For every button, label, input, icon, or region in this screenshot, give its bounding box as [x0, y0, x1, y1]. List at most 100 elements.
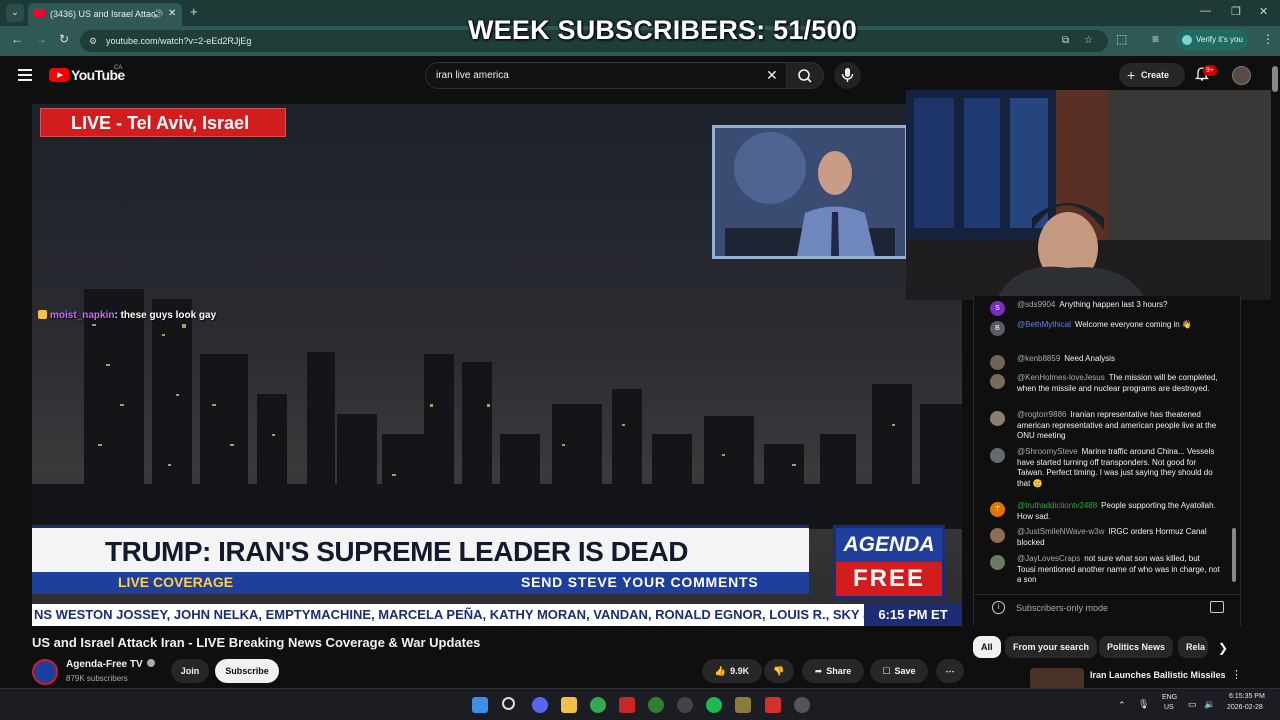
chat-username[interactable]: @rogtorr9886: [1017, 410, 1066, 419]
anchor-inset-frame: [712, 125, 908, 259]
voice-search-button[interactable]: [834, 62, 861, 89]
chevron-right-icon[interactable]: ❯: [1218, 641, 1228, 655]
maximize-button[interactable]: ❐: [1231, 5, 1241, 18]
more-actions-button[interactable]: ⋯: [936, 659, 964, 683]
windows-start-icon[interactable]: [472, 697, 488, 713]
reload-button[interactable]: ↻: [59, 32, 69, 46]
hamburger-menu-icon[interactable]: [18, 69, 32, 84]
live-chat-panel: S @sds9904 Anything happen last 3 hours? …: [973, 296, 1241, 626]
chat-username[interactable]: @sds9904: [1017, 300, 1055, 309]
like-button[interactable]: 👍 9.9K: [702, 659, 762, 683]
tray-chevron-icon[interactable]: ⌃: [1118, 700, 1126, 711]
search-button[interactable]: [786, 62, 824, 89]
minimize-button[interactable]: —: [1200, 5, 1211, 17]
save-icon: ☐: [882, 666, 891, 676]
recommendation-title[interactable]: Iran Launches Ballistic Missiles: [1090, 670, 1226, 680]
chip-politics-news[interactable]: Politics News: [1099, 636, 1174, 658]
chip-all[interactable]: All: [973, 636, 1001, 658]
network-icon[interactable]: ▭: [1188, 699, 1197, 710]
page-scrollbar[interactable]: [1272, 66, 1278, 92]
chat-avatar[interactable]: S: [990, 301, 1005, 316]
save-button[interactable]: ☐ Save: [870, 659, 928, 683]
obs-icon[interactable]: [794, 697, 810, 713]
join-button[interactable]: Join: [171, 659, 209, 683]
forward-button[interactable]: →: [35, 32, 47, 46]
discord-icon[interactable]: [532, 697, 548, 713]
chat-avatar[interactable]: [990, 374, 1005, 389]
video-player[interactable]: LIVE - Tel Aviv, Israel moist_napkin: th…: [32, 104, 962, 626]
reading-list-icon[interactable]: ≡: [1152, 32, 1159, 46]
clock-date[interactable]: 2026-02-28: [1227, 704, 1263, 711]
tab-title: (3436) US and Israel Attack: [50, 9, 161, 19]
app-icon[interactable]: [765, 697, 781, 713]
chat-avatar[interactable]: [990, 555, 1005, 570]
account-avatar[interactable]: [1232, 66, 1251, 85]
clear-search-icon[interactable]: ✕: [766, 67, 778, 84]
clock-time[interactable]: 6:15:35 PM: [1229, 693, 1265, 700]
channel-avatar[interactable]: [32, 659, 58, 685]
app-icon[interactable]: [619, 697, 635, 713]
chat-username[interactable]: @BethMythical: [1017, 320, 1071, 329]
app-icon[interactable]: [735, 697, 751, 713]
notification-count-badge: 9+: [1203, 65, 1217, 76]
back-button[interactable]: ←: [11, 32, 23, 46]
chat-username[interactable]: @KenHolmes-loveJesus: [1017, 373, 1105, 382]
chat-username[interactable]: @JayLovesCraps: [1017, 554, 1080, 563]
info-icon[interactable]: i: [992, 601, 1005, 614]
windows-taskbar: ⌃ 🎙 ENG US ▭ 🔉 6:15:35 PM 2026-02-28: [0, 688, 1280, 720]
chat-avatar[interactable]: [990, 528, 1005, 543]
chat-avatar[interactable]: B: [990, 321, 1005, 336]
language-indicator[interactable]: ENG: [1162, 694, 1177, 701]
headline-text: TRUMP: IRAN'S SUPREME LEADER IS DEAD: [105, 536, 688, 567]
subscribe-button[interactable]: Subscribe: [215, 659, 279, 683]
sub-headline-strip: LIVE COVERAGE SEND STEVE YOUR COMMENTS: [32, 572, 809, 594]
tab-search-button[interactable]: ⌄: [6, 4, 24, 22]
youtube-logo-icon[interactable]: [49, 68, 69, 82]
verify-label: Verify it's you: [1196, 35, 1243, 44]
dislike-button[interactable]: 👎: [764, 659, 794, 683]
chat-scrollbar[interactable]: [1232, 528, 1236, 582]
ticker-text: NS WESTON JOSSEY, JOHN NELKA, EMPTYMACHI…: [34, 607, 873, 622]
extensions-icon[interactable]: ⬚: [1116, 32, 1127, 46]
emoji-picker-icon[interactable]: [1210, 601, 1224, 613]
chat-avatar[interactable]: [990, 448, 1005, 463]
recommendation-menu-icon[interactable]: ⋮: [1231, 668, 1242, 681]
new-tab-button[interactable]: +: [190, 4, 198, 19]
chat-username[interactable]: @JustSmileNWave-w3w: [1017, 527, 1104, 536]
chat-username[interactable]: @ShroomySteve: [1017, 447, 1078, 456]
chat-avatar[interactable]: [990, 411, 1005, 426]
chat-avatar[interactable]: T: [990, 502, 1005, 517]
browser-tab-active[interactable]: (3436) US and Israel Attack 🔊 ✕: [28, 3, 182, 26]
site-info-icon[interactable]: ⚙: [89, 30, 97, 52]
share-icon: ➦: [814, 666, 823, 676]
url-text: youtube.com/watch?v=2-eEd2RJjEg: [106, 36, 252, 46]
file-explorer-icon[interactable]: [561, 697, 577, 713]
microphone-tray-icon[interactable]: 🎙: [1138, 699, 1149, 710]
recommendation-thumbnail[interactable]: [1030, 668, 1084, 690]
chrome-profile-icon[interactable]: [648, 697, 664, 713]
chat-avatar[interactable]: [990, 355, 1005, 370]
search-input[interactable]: iran live america: [425, 62, 787, 89]
chrome-icon[interactable]: [590, 697, 606, 713]
chat-username[interactable]: @kenb8859: [1017, 354, 1060, 363]
chat-message: @kenb8859 Need Analysis: [990, 354, 1220, 370]
close-tab-icon[interactable]: ✕: [168, 3, 176, 25]
cast-icon[interactable]: ⧉: [1062, 30, 1069, 52]
chat-footer: i Subscribers-only mode: [974, 594, 1240, 624]
verify-profile-button[interactable]: Verify it's you: [1176, 30, 1248, 50]
share-button[interactable]: ➦ Share: [802, 659, 864, 683]
close-window-button[interactable]: ✕: [1259, 5, 1268, 18]
github-icon[interactable]: [677, 697, 693, 713]
taskbar-search-icon[interactable]: [502, 697, 515, 710]
chip-from-your-search[interactable]: From your search: [1005, 636, 1098, 658]
channel-name[interactable]: Agenda-Free TV: [66, 659, 155, 670]
bookmark-star-icon[interactable]: ☆: [1084, 30, 1093, 52]
chat-username[interactable]: @truthaddictiontv2488: [1017, 501, 1097, 510]
create-button[interactable]: + Create: [1119, 63, 1185, 87]
chip-related[interactable]: Rela: [1178, 636, 1208, 658]
speaker-icon[interactable]: 🔊: [152, 3, 163, 25]
streamer-webcam: [906, 90, 1271, 300]
browser-menu-icon[interactable]: ⋮: [1262, 32, 1274, 46]
spotify-icon[interactable]: [706, 697, 722, 713]
volume-icon[interactable]: 🔉: [1204, 699, 1215, 710]
